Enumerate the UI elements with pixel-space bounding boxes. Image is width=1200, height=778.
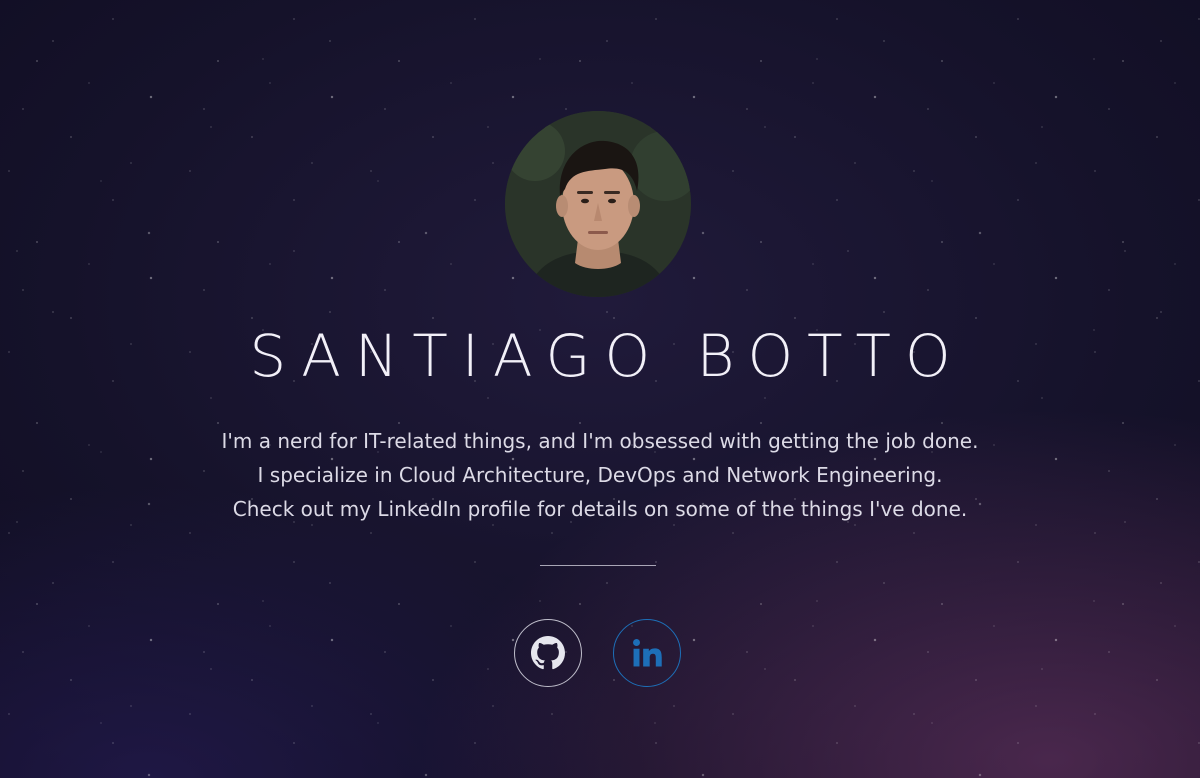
- linkedin-button[interactable]: [613, 619, 681, 687]
- page-title: SANTIAGO BOTTO: [249, 322, 965, 390]
- avatar: [505, 111, 691, 297]
- linkedin-icon: [633, 639, 662, 667]
- bio-line: I'm a nerd for IT-related things, and I'…: [221, 429, 979, 453]
- bio-paragraph: I'm a nerd for IT-related things, and I'…: [0, 424, 1200, 526]
- github-icon: [531, 636, 565, 670]
- bio-line: Check out my LinkedIn profile for detail…: [232, 497, 968, 521]
- bio-line: I specialize in Cloud Architecture, DevO…: [257, 463, 943, 487]
- avatar-portrait-image: [505, 111, 691, 297]
- github-button[interactable]: [514, 619, 582, 687]
- hero-section: SANTIAGO BOTTO I'm a nerd for IT-related…: [0, 0, 1200, 778]
- divider: [540, 565, 656, 566]
